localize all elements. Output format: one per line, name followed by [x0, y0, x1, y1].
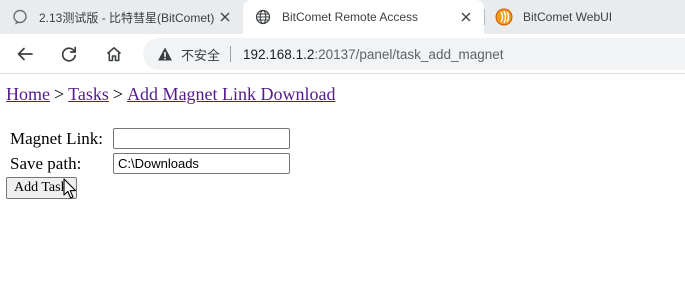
bitcomet-logo-icon: [495, 8, 513, 26]
url-text[interactable]: 192.168.1.2:20137/panel/task_add_magnet: [243, 47, 503, 62]
save-path-label: Save path:: [10, 154, 82, 173]
breadcrumb-separator: >: [54, 84, 65, 104]
tab-bitcomet-remote-access[interactable]: BitComet Remote Access: [243, 0, 484, 34]
browser-toolbar: 不安全 192.168.1.2:20137/panel/task_add_mag…: [0, 34, 685, 74]
url-path: :20137/panel/task_add_magnet: [314, 46, 504, 62]
breadcrumb-separator: >: [112, 84, 124, 104]
mouse-cursor-icon: [63, 178, 77, 199]
close-icon[interactable]: [217, 9, 233, 25]
home-button[interactable]: [100, 40, 128, 68]
tab-separator: [484, 9, 485, 25]
magnet-link-label: Magnet Link:: [10, 129, 104, 148]
security-status-label[interactable]: 不安全: [181, 45, 220, 64]
address-bar[interactable]: 不安全 192.168.1.2:20137/panel/task_add_mag…: [143, 38, 685, 70]
reload-button[interactable]: [55, 40, 83, 68]
back-button[interactable]: [11, 40, 39, 68]
breadcrumb-home-link[interactable]: Home: [6, 84, 50, 104]
omnibox-divider: [230, 46, 232, 62]
magnet-link-input[interactable]: [113, 128, 290, 149]
warning-triangle-icon[interactable]: [157, 46, 173, 62]
breadcrumb-current-link[interactable]: Add Magnet Link Download: [127, 84, 335, 104]
reload-icon: [61, 46, 77, 62]
tab-bitcomet-webui[interactable]: BitComet WebUI: [484, 0, 685, 34]
breadcrumb: Home > Tasks > Add Magnet Link Download: [6, 84, 336, 105]
url-host: 192.168.1.2: [243, 46, 315, 62]
arrow-left-icon: [17, 47, 33, 61]
page-content: Home > Tasks > Add Magnet Link Download Magn…: [0, 75, 685, 297]
save-path-input[interactable]: [113, 153, 290, 174]
home-icon: [106, 47, 122, 62]
tab-title: BitComet WebUI: [523, 10, 613, 24]
tab-strip: 2.13测试版 - 比特彗星(BitComet) BitComet Remote…: [0, 0, 685, 34]
tab-bitcomet-forum[interactable]: 2.13测试版 - 比特彗星(BitComet): [0, 0, 243, 34]
breadcrumb-tasks-link[interactable]: Tasks: [68, 84, 109, 104]
globe-icon: [254, 8, 272, 26]
chat-bubble-icon: [11, 8, 29, 26]
tab-title: BitComet Remote Access: [282, 10, 419, 24]
close-icon[interactable]: [458, 9, 474, 25]
tab-title: 2.13测试版 - 比特彗星(BitComet): [39, 10, 215, 25]
